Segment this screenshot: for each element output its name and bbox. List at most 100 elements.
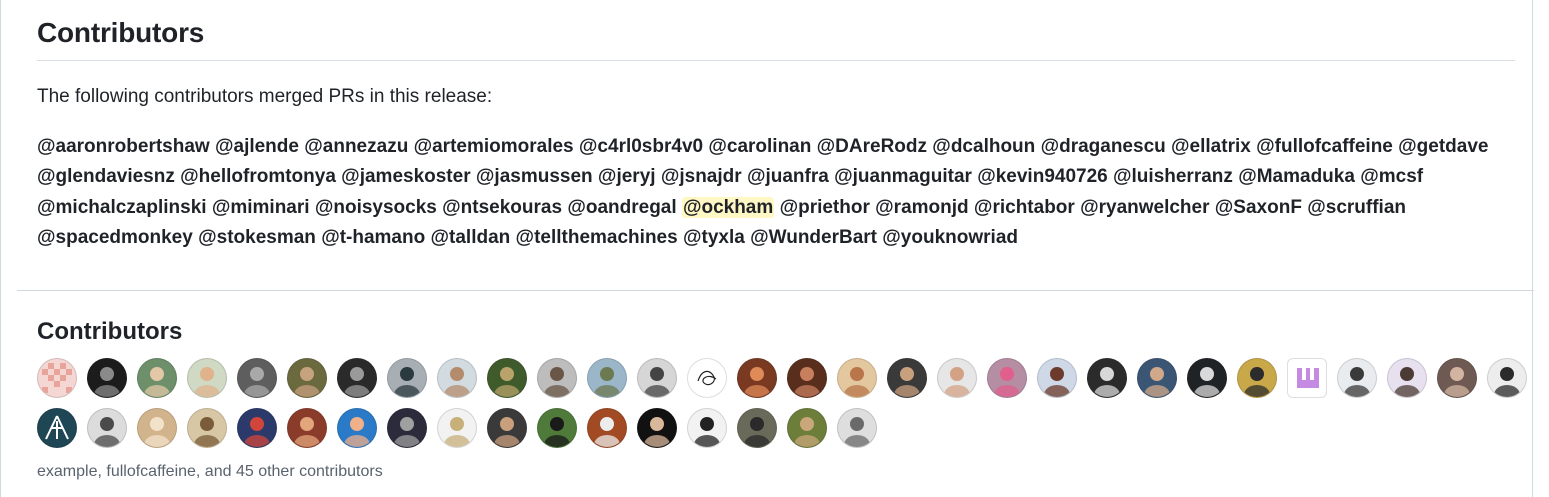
contributor-avatar[interactable] bbox=[137, 358, 177, 398]
mention-link[interactable]: @DAreRodz bbox=[817, 136, 927, 157]
contributor-avatar[interactable] bbox=[1387, 358, 1427, 398]
contributor-avatar[interactable] bbox=[687, 358, 727, 398]
avatar-grid bbox=[37, 358, 1527, 448]
mention-link[interactable]: @tyxla bbox=[683, 227, 745, 248]
contributor-avatar[interactable] bbox=[987, 358, 1027, 398]
mention-link[interactable]: @luisherranz bbox=[1113, 166, 1233, 187]
contributor-avatar[interactable] bbox=[1087, 358, 1127, 398]
contributor-avatar[interactable] bbox=[737, 408, 777, 448]
contributor-avatar[interactable] bbox=[437, 358, 477, 398]
release-notes-section: Contributors The following contributors … bbox=[17, 0, 1534, 291]
mention-link[interactable]: @ntsekouras bbox=[442, 197, 562, 218]
contributor-avatar[interactable] bbox=[337, 408, 377, 448]
mention-link[interactable]: @ellatrix bbox=[1171, 136, 1251, 157]
mention-link[interactable]: @glendaviesnz bbox=[37, 166, 175, 187]
contributor-avatar[interactable] bbox=[887, 358, 927, 398]
contributor-avatar[interactable] bbox=[837, 358, 877, 398]
contributor-avatar[interactable] bbox=[1237, 358, 1277, 398]
contributor-avatar[interactable] bbox=[337, 358, 377, 398]
mention-link[interactable]: @richtabor bbox=[974, 197, 1075, 218]
mention-link[interactable]: @tellthemachines bbox=[516, 227, 678, 248]
mention-link[interactable]: @ramonjd bbox=[875, 197, 968, 218]
contributor-avatar[interactable] bbox=[1287, 358, 1327, 398]
mention-link[interactable]: @annezazu bbox=[304, 136, 408, 157]
mention-link[interactable]: @juanmaguitar bbox=[834, 166, 972, 187]
contributor-avatar[interactable] bbox=[787, 408, 827, 448]
mention-link[interactable]: @Mamaduka bbox=[1238, 166, 1355, 187]
contributors-intro: The following contributors merged PRs in… bbox=[37, 86, 493, 107]
contributor-avatar[interactable] bbox=[1337, 358, 1377, 398]
mention-link[interactable]: @jasmussen bbox=[476, 166, 593, 187]
contributor-avatar[interactable] bbox=[587, 408, 627, 448]
mention-link[interactable]: @ajlende bbox=[215, 136, 299, 157]
contributors-summary: example, fullofcaffeine, and 45 other co… bbox=[37, 463, 383, 480]
mention-link[interactable]: @ockham bbox=[681, 196, 775, 218]
contributor-avatar[interactable] bbox=[587, 358, 627, 398]
mention-link[interactable]: @WunderBart bbox=[750, 227, 877, 248]
mention-link[interactable]: @scruffian bbox=[1307, 197, 1406, 218]
mention-link[interactable]: @aaronrobertshaw bbox=[37, 136, 210, 157]
contributor-avatar[interactable] bbox=[937, 358, 977, 398]
contributor-avatar[interactable] bbox=[637, 408, 677, 448]
contributor-avatar[interactable] bbox=[437, 408, 477, 448]
mention-link[interactable]: @jsnajdr bbox=[661, 166, 742, 187]
contributor-avatar[interactable] bbox=[487, 408, 527, 448]
mention-link[interactable]: @jeryj bbox=[598, 166, 656, 187]
mention-link[interactable]: @noisysocks bbox=[315, 197, 437, 218]
contributors-panel-heading: Contributors bbox=[37, 318, 183, 345]
mention-link[interactable]: @artemiomorales bbox=[414, 136, 574, 157]
mention-link[interactable]: @michalczaplinski bbox=[37, 197, 207, 218]
contributor-avatar[interactable] bbox=[37, 408, 77, 448]
mention-link[interactable]: @priethor bbox=[780, 197, 870, 218]
contributor-avatar[interactable] bbox=[87, 358, 127, 398]
mention-link[interactable]: @getdave bbox=[1398, 136, 1488, 157]
release-frame: Contributors The following contributors … bbox=[0, 0, 1534, 497]
contributor-avatar[interactable] bbox=[87, 408, 127, 448]
contributor-avatar[interactable] bbox=[1037, 358, 1077, 398]
mention-link[interactable]: @kevin940726 bbox=[977, 166, 1108, 187]
heading-divider bbox=[37, 60, 1515, 61]
contributor-avatar[interactable] bbox=[737, 358, 777, 398]
mention-link[interactable]: @carolinan bbox=[708, 136, 811, 157]
contributor-avatar[interactable] bbox=[287, 358, 327, 398]
contributor-avatar[interactable] bbox=[837, 408, 877, 448]
contributor-avatar[interactable] bbox=[187, 358, 227, 398]
contributors-panel: Contributors example, fullofcaffeine, an… bbox=[17, 291, 1534, 497]
contributors-heading: Contributors bbox=[37, 17, 205, 48]
mention-link[interactable]: @fullofcaffeine bbox=[1256, 136, 1393, 157]
contributor-avatar[interactable] bbox=[637, 358, 677, 398]
mention-link[interactable]: @t-hamano bbox=[321, 227, 425, 248]
mention-link[interactable]: @hellofromtonya bbox=[180, 166, 336, 187]
mention-link[interactable]: @mcsf bbox=[1360, 166, 1423, 187]
mention-link[interactable]: @talldan bbox=[431, 227, 511, 248]
contributor-avatar[interactable] bbox=[237, 408, 277, 448]
mention-link[interactable]: @dcalhoun bbox=[932, 136, 1035, 157]
contributor-avatar[interactable] bbox=[187, 408, 227, 448]
contributor-avatar[interactable] bbox=[1487, 358, 1527, 398]
contributor-avatar[interactable] bbox=[237, 358, 277, 398]
mention-link[interactable]: @juanfra bbox=[747, 166, 829, 187]
contributor-avatar[interactable] bbox=[1437, 358, 1477, 398]
mention-link[interactable]: @c4rl0sbr4v0 bbox=[579, 136, 703, 157]
mention-link[interactable]: @oandregal bbox=[567, 197, 676, 218]
contributor-avatar[interactable] bbox=[137, 408, 177, 448]
mention-link[interactable]: @draganescu bbox=[1041, 136, 1166, 157]
mention-link[interactable]: @ryanwelcher bbox=[1080, 197, 1209, 218]
contributor-avatar[interactable] bbox=[1187, 358, 1227, 398]
contributor-avatar[interactable] bbox=[787, 358, 827, 398]
contributor-avatar[interactable] bbox=[537, 408, 577, 448]
contributor-avatar[interactable] bbox=[1137, 358, 1177, 398]
contributor-avatar[interactable] bbox=[287, 408, 327, 448]
contributor-avatar[interactable] bbox=[487, 358, 527, 398]
contributor-avatar[interactable] bbox=[537, 358, 577, 398]
mention-link[interactable]: @spacedmonkey bbox=[37, 227, 193, 248]
contributor-avatar[interactable] bbox=[687, 408, 727, 448]
mention-link[interactable]: @jameskoster bbox=[341, 166, 470, 187]
mention-link[interactable]: @SaxonF bbox=[1215, 197, 1302, 218]
contributor-avatar[interactable] bbox=[37, 358, 77, 398]
mention-link[interactable]: @youknowriad bbox=[882, 227, 1018, 248]
contributor-avatar[interactable] bbox=[387, 408, 427, 448]
mention-link[interactable]: @stokesman bbox=[198, 227, 316, 248]
contributor-avatar[interactable] bbox=[387, 358, 427, 398]
mention-link[interactable]: @miminari bbox=[212, 197, 310, 218]
